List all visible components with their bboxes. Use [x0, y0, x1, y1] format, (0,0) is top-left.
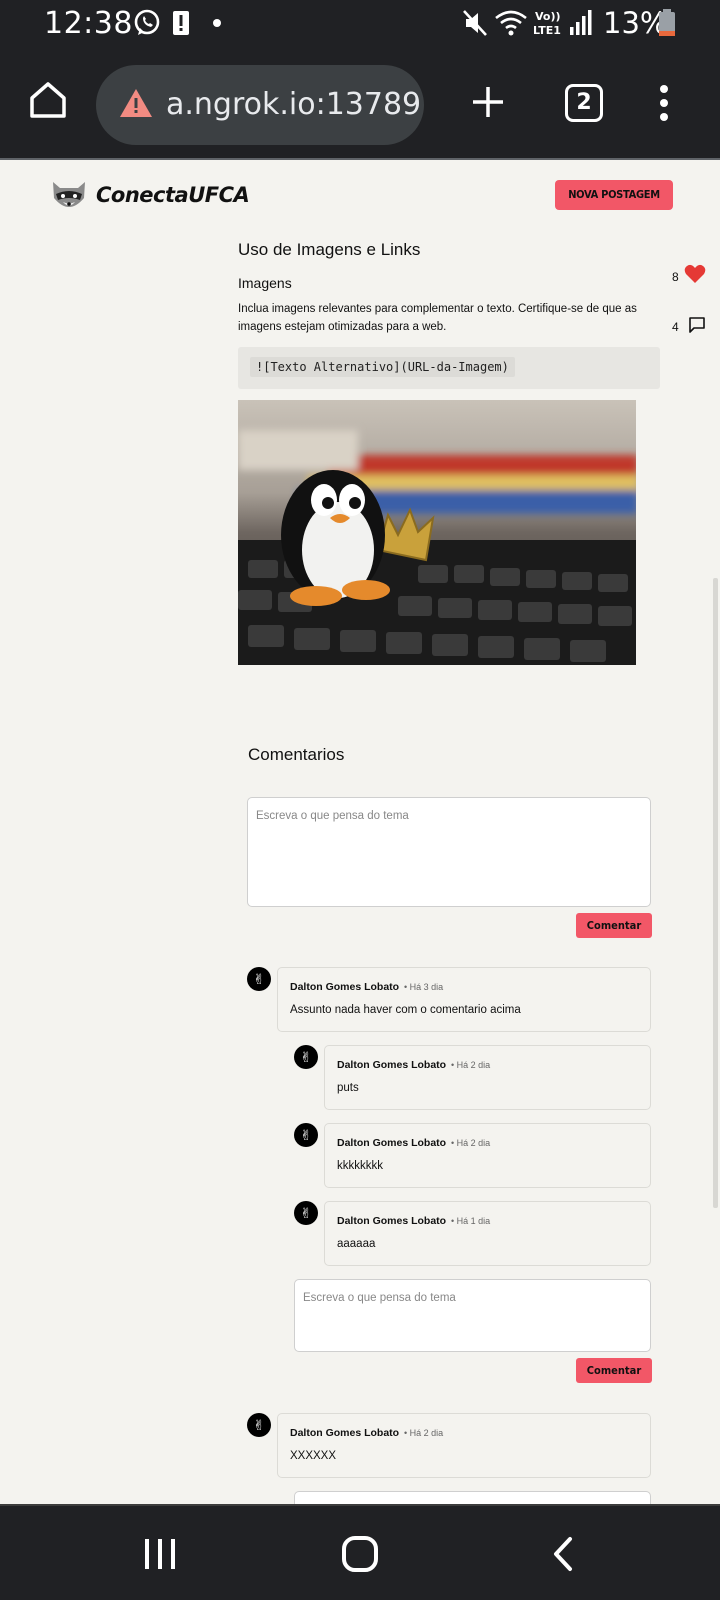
comments-heading: Comentarios: [248, 745, 345, 764]
avatar[interactable]: ✌: [294, 1201, 318, 1225]
heart-icon[interactable]: [684, 264, 706, 284]
code-snippet: ![Texto Alternativo](URL-da-Imagem): [250, 357, 515, 377]
comment-text: XXXXXX: [290, 1450, 337, 1462]
reply-card: Dalton Gomes Lobato • Há 1 dia aaaaaa: [324, 1201, 651, 1266]
reply-text: aaaaaa: [337, 1238, 376, 1250]
comment-time: • Há 3 dia: [404, 982, 444, 992]
alert-icon: [173, 11, 189, 35]
reply-time: • Há 2 dia: [451, 1060, 491, 1070]
battery-icon: [659, 9, 675, 36]
signal-icon: [570, 10, 592, 35]
reply-text: puts: [337, 1082, 359, 1094]
recent-apps-icon[interactable]: [142, 1536, 178, 1572]
reply-author-line: Dalton Gomes Lobato • Há 2 dia: [337, 1059, 490, 1071]
new-post-button[interactable]: NOVA POSTAGEM: [555, 180, 673, 210]
reply-card: Dalton Gomes Lobato • Há 2 dia puts: [324, 1045, 651, 1110]
mute-icon: [463, 10, 487, 36]
new-tab-icon[interactable]: [470, 84, 506, 120]
address-bar[interactable]: a.ngrok.io:13789: [96, 65, 424, 145]
avatar[interactable]: ✌: [247, 967, 271, 991]
system-navigation-bar: [0, 1504, 720, 1600]
comment-text: Assunto nada haver com o comentario acim…: [290, 1004, 521, 1016]
reply-text: kkkkkkkk: [337, 1160, 383, 1172]
url-text[interactable]: a.ngrok.io:13789: [166, 87, 421, 122]
site-header: ConectaUFCA NOVA POSTAGEM: [0, 160, 720, 230]
comment-author[interactable]: Dalton Gomes Lobato: [290, 1427, 399, 1439]
volte-icon: Vo)) LTE1: [533, 10, 561, 37]
code-block: ![Texto Alternativo](URL-da-Imagem): [238, 347, 660, 389]
reply-author-line: Dalton Gomes Lobato • Há 2 dia: [337, 1137, 490, 1149]
likes-count: 8: [672, 270, 679, 284]
comments-count: 4: [672, 320, 679, 334]
avatar[interactable]: ✌: [247, 1413, 271, 1437]
tab-switcher-button[interactable]: 2: [565, 84, 603, 122]
reply-time: • Há 2 dia: [451, 1138, 491, 1148]
more-options-icon[interactable]: [658, 84, 670, 122]
reply-textarea[interactable]: Escreva o que pensa do tema: [294, 1279, 651, 1352]
reply-author[interactable]: Dalton Gomes Lobato: [337, 1137, 446, 1149]
comment-author-line: Dalton Gomes Lobato • Há 2 dia: [290, 1427, 443, 1439]
home-nav-icon[interactable]: [342, 1536, 378, 1572]
post-subtitle: Imagens: [238, 275, 292, 291]
browser-toolbar: a.ngrok.io:13789 2: [0, 50, 720, 160]
post-paragraph: Inclua imagens relevantes para complemen…: [238, 303, 637, 333]
home-icon[interactable]: [26, 78, 70, 122]
dot-icon: [213, 19, 221, 27]
reply-author[interactable]: Dalton Gomes Lobato: [337, 1215, 446, 1227]
whatsapp-icon: [134, 9, 160, 35]
svg-text:LTE1: LTE1: [533, 24, 561, 37]
comment-submit-button[interactable]: Comentar: [576, 913, 652, 938]
status-time: 12:38: [44, 6, 133, 41]
avatar[interactable]: ✌: [294, 1123, 318, 1147]
reply-author[interactable]: Dalton Gomes Lobato: [337, 1059, 446, 1071]
not-secure-warning-icon[interactable]: [118, 87, 154, 119]
post-title: Uso de Imagens e Links: [238, 240, 421, 259]
reply-author-line: Dalton Gomes Lobato • Há 1 dia: [337, 1215, 490, 1227]
comment-author-line: Dalton Gomes Lobato • Há 3 dia: [290, 981, 443, 993]
wifi-icon: [495, 10, 527, 36]
avatar[interactable]: ✌: [294, 1045, 318, 1069]
reply-placeholder: Escreva o que pensa do tema: [303, 1292, 456, 1304]
page-scrollbar[interactable]: [713, 578, 718, 1208]
penguin-keyboard-image: [238, 400, 636, 665]
comment-card: Dalton Gomes Lobato • Há 3 dia Assunto n…: [277, 967, 651, 1032]
comment-author[interactable]: Dalton Gomes Lobato: [290, 981, 399, 993]
reply-submit-button[interactable]: Comentar: [576, 1358, 652, 1383]
comment-placeholder: Escreva o que pensa do tema: [256, 810, 409, 822]
back-icon[interactable]: [548, 1536, 578, 1572]
comment-icon[interactable]: [688, 316, 706, 334]
comment-textarea[interactable]: Escreva o que pensa do tema: [247, 797, 651, 907]
svg-text:Vo)): Vo)): [535, 10, 561, 23]
status-bar: 12:38 Vo)) LTE1 13%: [0, 0, 720, 50]
raccoon-logo-icon[interactable]: [50, 178, 88, 212]
comment-time: • Há 2 dia: [404, 1428, 444, 1438]
brand-name[interactable]: ConectaUFCA: [96, 183, 250, 207]
reply-time: • Há 1 dia: [451, 1216, 491, 1226]
comment-card: Dalton Gomes Lobato • Há 2 dia XXXXXX: [277, 1413, 651, 1478]
reply-card: Dalton Gomes Lobato • Há 2 dia kkkkkkkk: [324, 1123, 651, 1188]
